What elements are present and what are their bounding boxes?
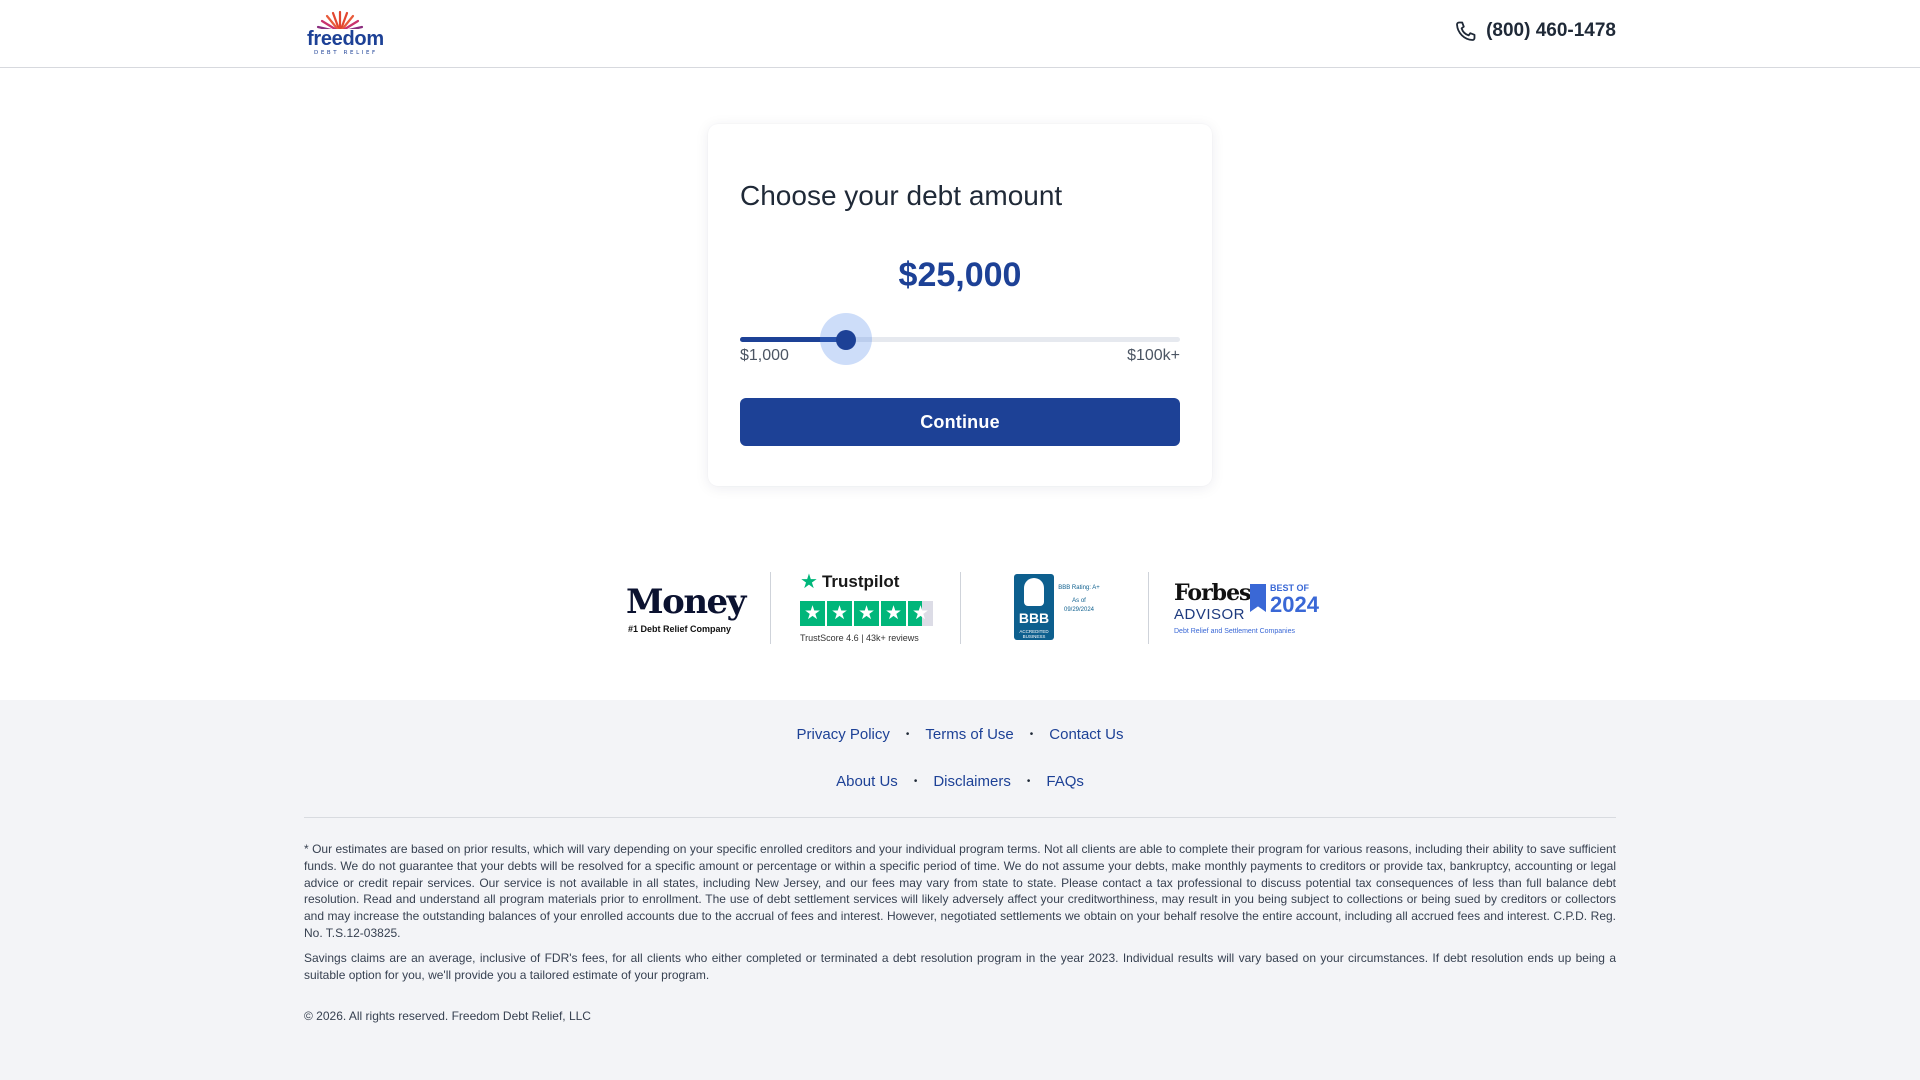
bbb-rating: BBB Rating: A+ (1058, 585, 1100, 591)
footer-links-primary: Privacy Policy • Terms of Use • Contact … (0, 726, 1920, 743)
star-half-icon: ★ (908, 601, 933, 626)
card-title: Choose your debt amount (740, 180, 1063, 211)
trustpilot-badge: ★ Trustpilot ★ ★ ★ ★ ★ TrustScore 4.6 | … (800, 572, 940, 644)
star-icon: ★ (881, 601, 906, 626)
terms-of-use-link[interactable]: Terms of Use (925, 726, 1013, 743)
phone-link[interactable]: (800) 460-1478 (1454, 18, 1616, 44)
forbes-advisor-badge: Forbes ADVISOR BEST OF 2024 Debt Relief … (1174, 572, 1324, 644)
link-separator: • (1029, 729, 1034, 740)
freedom-logo[interactable]: freedom DEBT RELIEF (304, 10, 384, 56)
footer-divider (304, 817, 1616, 818)
bbb-accredited-text: ACCREDITED BUSINESS (1019, 629, 1049, 639)
disclaimer-savings: Savings claims are an average, inclusive… (304, 951, 1616, 982)
forbes-category: Debt Relief and Settlement Companies (1174, 628, 1296, 635)
forbes-logo: Forbes (1174, 580, 1251, 606)
money-logo: Money (626, 582, 746, 622)
logo-subtitle: DEBT RELIEF (314, 50, 378, 56)
link-separator: • (913, 776, 918, 787)
about-us-link[interactable]: About Us (836, 773, 898, 790)
phone-icon (1456, 21, 1476, 41)
bbb-date: As of 09/29/2024 (1063, 598, 1095, 613)
copyright: © 2026. All rights reserved. Freedom Deb… (304, 1009, 591, 1023)
bbb-seal-icon: BBB ACCREDITED BUSINESS (1014, 574, 1054, 640)
trustpilot-rating-stars: ★ ★ ★ ★ ★ (800, 601, 933, 626)
money-subtitle: #1 Debt Relief Company (628, 624, 732, 634)
disclaimers-link[interactable]: Disclaimers (933, 773, 1011, 790)
badge-divider (770, 572, 771, 644)
slider-max-label: $100k+ (1127, 347, 1180, 364)
faqs-link[interactable]: FAQs (1046, 773, 1084, 790)
badge-divider (1148, 572, 1149, 644)
site-header: freedom DEBT RELIEF (800) 460-1478 (0, 0, 1920, 68)
trustpilot-star-icon: ★ (800, 571, 818, 593)
star-icon: ★ (854, 601, 879, 626)
footer-links-secondary: About Us • Disclaimers • FAQs (0, 773, 1920, 790)
link-separator: • (1026, 776, 1031, 787)
privacy-policy-link[interactable]: Privacy Policy (797, 726, 890, 743)
bbb-seal-text: BBB (1018, 610, 1050, 626)
badge-divider (960, 572, 961, 644)
trust-badges: Money #1 Debt Relief Company ★ Trustpilo… (610, 572, 1324, 644)
bbb-badge: BBB ACCREDITED BUSINESS BBB Rating: A+ A… (1014, 572, 1100, 644)
contact-us-link[interactable]: Contact Us (1049, 726, 1123, 743)
logo-wordmark: freedom (307, 28, 384, 50)
link-separator: • (905, 729, 910, 740)
site-footer: Privacy Policy • Terms of Use • Contact … (0, 700, 1920, 1080)
star-icon: ★ (800, 601, 825, 626)
forbes-year: 2024 (1270, 592, 1319, 617)
phone-number[interactable]: (800) 460-1478 (1486, 20, 1616, 42)
star-icon: ★ (827, 601, 852, 626)
slider-min-label: $1,000 (740, 347, 789, 364)
debt-amount-card: Choose your debt amount $25,000 $1,000 $… (708, 124, 1212, 486)
ribbon-icon (1250, 584, 1266, 612)
trustpilot-score: TrustScore 4.6 | 43k+ reviews (800, 633, 919, 643)
disclaimer-estimates: * Our estimates are based on prior resul… (304, 842, 1616, 940)
trustpilot-name: Trustpilot (821, 572, 900, 591)
forbes-advisor-text: ADVISOR (1174, 606, 1246, 623)
money-badge: Money #1 Debt Relief Company (626, 572, 746, 644)
debt-amount-value: $25,000 (898, 256, 1022, 294)
debt-amount-slider[interactable] (740, 313, 1180, 365)
continue-button[interactable]: Continue (740, 398, 1180, 446)
